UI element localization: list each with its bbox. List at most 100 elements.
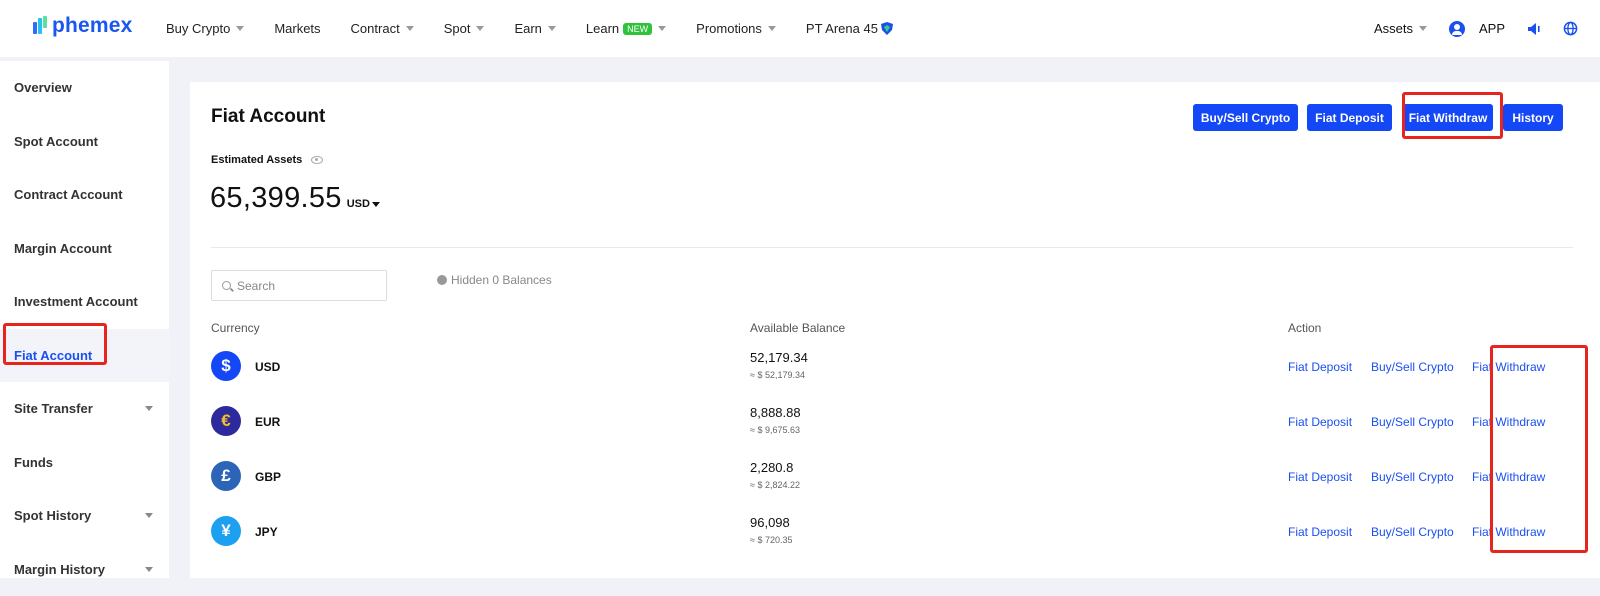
row-fiat-deposit-link[interactable]: Fiat Deposit <box>1288 525 1352 539</box>
sidebar-item-funds[interactable]: Funds <box>0 436 169 490</box>
hide-zero-balances-toggle[interactable]: Hidden 0 Balances <box>437 273 552 287</box>
table-row: ¥ JPY 96,098 ≈ $ 720.35 Fiat Deposit Buy… <box>211 510 1573 565</box>
balance-usd-value: ≈ $ 2,824.22 <box>750 480 800 490</box>
available-balance: 52,179.34 <box>750 350 808 365</box>
nav-spot[interactable]: Spot <box>444 21 485 36</box>
column-header-action: Action <box>1288 321 1321 335</box>
sidebar-item-label: Contract Account <box>14 187 123 202</box>
sidebar-item-label: Spot History <box>14 508 91 523</box>
caret-down-icon <box>768 26 776 31</box>
table-row: € EUR 8,888.88 ≈ $ 9,675.63 Fiat Deposit… <box>211 400 1573 455</box>
caret-down-icon <box>658 26 666 31</box>
user-account-button[interactable] <box>1449 21 1465 37</box>
sidebar-item-investment-account[interactable]: Investment Account <box>0 275 169 329</box>
available-balance: 2,280.8 <box>750 460 793 475</box>
currency-code: USD <box>255 360 280 374</box>
highlight-box-withdraw-column <box>1490 345 1588 553</box>
nav-label: Buy Crypto <box>166 21 230 36</box>
nav-pt-arena[interactable]: PT Arena 45 <box>806 21 893 36</box>
nav-label: Contract <box>351 21 400 36</box>
sidebar-item-overview[interactable]: Overview <box>0 61 169 115</box>
caret-down-icon <box>476 26 484 31</box>
sidebar-item-margin-history[interactable]: Margin History <box>0 543 169 596</box>
search-box[interactable] <box>211 270 387 301</box>
sidebar-item-label: Spot Account <box>14 134 98 149</box>
nav-earn[interactable]: Earn <box>514 21 555 36</box>
nav-label: Markets <box>274 21 320 36</box>
gbp-coin-icon: £ <box>211 461 241 491</box>
nav-label: Learn <box>586 21 619 36</box>
nav-buy-crypto[interactable]: Buy Crypto <box>166 21 244 36</box>
user-avatar-icon <box>1449 21 1465 37</box>
currency-code: GBP <box>255 470 281 484</box>
caret-down-icon <box>406 26 414 31</box>
estimated-assets-text: Estimated Assets <box>211 154 302 166</box>
search-input[interactable] <box>237 279 377 293</box>
row-buy-sell-crypto-link[interactable]: Buy/Sell Crypto <box>1371 525 1454 539</box>
available-balance: 96,098 <box>750 515 790 530</box>
logo-text: phemex <box>52 14 133 38</box>
sidebar-item-label: Investment Account <box>14 294 138 309</box>
currency-code: EUR <box>255 415 280 429</box>
sidebar-item-contract-account[interactable]: Contract Account <box>0 168 169 222</box>
nav-learn[interactable]: LearnNEW <box>586 21 666 36</box>
caret-down-icon <box>1419 26 1427 31</box>
row-buy-sell-crypto-link[interactable]: Buy/Sell Crypto <box>1371 360 1454 374</box>
table-row: £ GBP 2,280.8 ≈ $ 2,824.22 Fiat Deposit … <box>211 455 1573 510</box>
announcement-button[interactable] <box>1527 22 1541 36</box>
app-download-link[interactable]: APP <box>1479 21 1505 36</box>
phemex-logo[interactable]: phemex <box>33 14 133 38</box>
total-balance: 65,399.55 USD <box>210 182 380 215</box>
caret-down-icon <box>236 26 244 31</box>
row-buy-sell-crypto-link[interactable]: Buy/Sell Crypto <box>1371 415 1454 429</box>
history-button[interactable]: History <box>1503 104 1563 131</box>
balance-usd-value: ≈ $ 9,675.63 <box>750 425 800 435</box>
sidebar-item-site-transfer[interactable]: Site Transfer <box>0 382 169 436</box>
phemex-logo-icon <box>33 16 47 36</box>
eye-icon[interactable] <box>311 156 323 164</box>
sidebar-item-spot-history[interactable]: Spot History <box>0 489 169 543</box>
sidebar-item-label: Margin Account <box>14 241 112 256</box>
sidebar-item-label: Site Transfer <box>14 401 93 416</box>
assets-menu[interactable]: Assets <box>1374 21 1427 36</box>
fiat-account-panel: Fiat Account Buy/Sell Crypto Fiat Deposi… <box>190 82 1600 578</box>
divider <box>211 247 1573 248</box>
jpy-coin-icon: ¥ <box>211 516 241 546</box>
column-header-currency: Currency <box>211 321 260 335</box>
search-icon <box>222 281 231 290</box>
sidebar-item-spot-account[interactable]: Spot Account <box>0 115 169 169</box>
caret-down-icon <box>372 202 380 207</box>
nav-label: Promotions <box>696 21 762 36</box>
shield-icon <box>881 22 893 35</box>
currency-selector[interactable]: USD <box>347 198 380 210</box>
main-menu: Buy Crypto Markets Contract Spot Earn Le… <box>166 0 923 57</box>
row-fiat-deposit-link[interactable]: Fiat Deposit <box>1288 470 1352 484</box>
sidebar-item-margin-account[interactable]: Margin Account <box>0 222 169 276</box>
buy-sell-crypto-button[interactable]: Buy/Sell Crypto <box>1193 104 1298 131</box>
caret-down-icon <box>145 513 153 518</box>
account-sidebar: Overview Spot Account Contract Account M… <box>0 61 169 578</box>
table-row: $ USD 52,179.34 ≈ $ 52,179.34 Fiat Depos… <box>211 345 1573 400</box>
column-header-balance: Available Balance <box>750 321 845 335</box>
caret-down-icon <box>145 406 153 411</box>
row-fiat-deposit-link[interactable]: Fiat Deposit <box>1288 415 1352 429</box>
available-balance: 8,888.88 <box>750 405 801 420</box>
language-button[interactable] <box>1563 21 1578 36</box>
caret-down-icon <box>548 26 556 31</box>
nav-contract[interactable]: Contract <box>351 21 414 36</box>
top-navigation-bar: phemex Buy Crypto Markets Contract Spot … <box>0 0 1600 57</box>
estimated-assets-label: Estimated Assets <box>211 154 323 166</box>
globe-icon <box>1563 21 1578 36</box>
sidebar-item-label: Funds <box>14 455 53 470</box>
nav-label: Earn <box>514 21 541 36</box>
row-buy-sell-crypto-link[interactable]: Buy/Sell Crypto <box>1371 470 1454 484</box>
nav-promotions[interactable]: Promotions <box>696 21 776 36</box>
fiat-deposit-button[interactable]: Fiat Deposit <box>1307 104 1392 131</box>
currency-code: JPY <box>255 525 278 539</box>
row-fiat-deposit-link[interactable]: Fiat Deposit <box>1288 360 1352 374</box>
balance-usd-value: ≈ $ 52,179.34 <box>750 370 805 380</box>
hide-balances-label: Hidden 0 Balances <box>451 273 552 287</box>
highlight-box-sidebar <box>3 323 107 365</box>
nav-markets[interactable]: Markets <box>274 21 320 36</box>
caret-down-icon <box>145 567 153 572</box>
